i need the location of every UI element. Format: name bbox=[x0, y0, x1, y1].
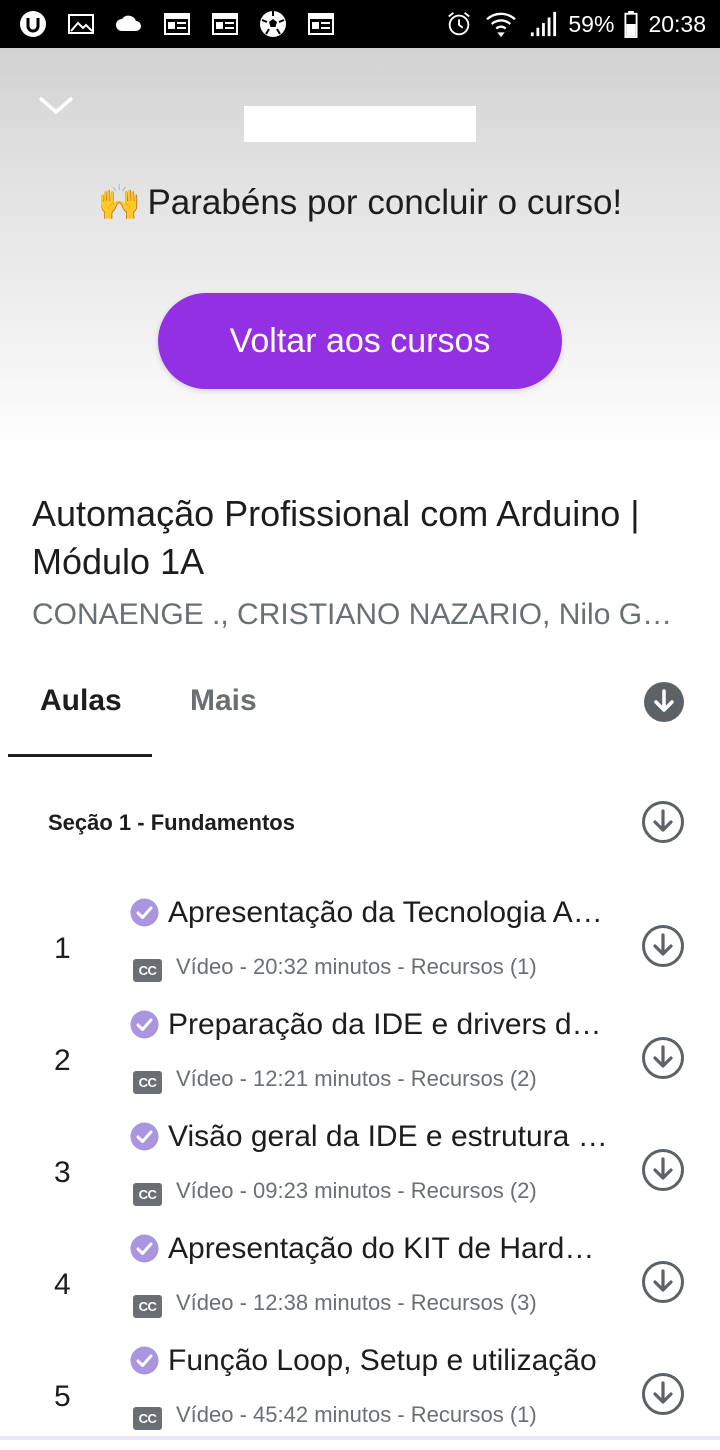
chevron-down-icon[interactable] bbox=[36, 92, 76, 120]
battery-icon bbox=[624, 10, 638, 38]
bottom-divider bbox=[0, 1436, 720, 1440]
cloud-icon bbox=[114, 9, 144, 39]
notification-icons bbox=[18, 9, 336, 39]
battery-percent: 59% bbox=[568, 10, 615, 37]
course-tabs: Aulas Mais bbox=[0, 660, 720, 758]
lecture-title: Função Loop, Setup e utilização bbox=[168, 1344, 597, 1377]
lecture-meta: Vídeo - 20:32 minutos - Recursos (1) bbox=[176, 954, 537, 979]
raised-hands-icon: 🙌 bbox=[97, 183, 142, 223]
lecture-meta: Vídeo - 12:21 minutos - Recursos (2) bbox=[176, 1066, 537, 1091]
active-tab-indicator bbox=[8, 754, 152, 757]
download-all-icon[interactable] bbox=[643, 681, 685, 723]
tab-aulas[interactable]: Aulas bbox=[40, 684, 122, 718]
lecture-meta: Vídeo - 09:23 minutos - Recursos (2) bbox=[176, 1178, 537, 1203]
status-bar: 59% 20:38 bbox=[0, 0, 720, 48]
lecture-title: Apresentação da Tecnologia Arduino bbox=[168, 896, 612, 929]
udemy-icon bbox=[18, 9, 48, 39]
lecture-number: 1 bbox=[54, 932, 71, 965]
back-to-courses-button[interactable]: Voltar aos cursos bbox=[158, 293, 562, 389]
lecture-row[interactable]: 5 Função Loop, Setup e utilização CC Víd… bbox=[0, 1338, 720, 1450]
download-icon[interactable] bbox=[641, 800, 685, 844]
lecture-row[interactable]: 1 Apresentação da Tecnologia Arduino CC … bbox=[0, 890, 720, 1002]
lecture-row[interactable]: 3 Visão geral da IDE e estrutura do códi… bbox=[0, 1114, 720, 1226]
clock: 20:38 bbox=[648, 10, 706, 37]
news-icon bbox=[306, 9, 336, 39]
closed-captions-icon: CC bbox=[133, 959, 162, 982]
image-icon bbox=[66, 9, 96, 39]
completed-check-icon bbox=[130, 1122, 159, 1151]
lecture-number: 3 bbox=[54, 1156, 71, 1189]
congrats-message: 🙌 Parabéns por concluir o curso! bbox=[0, 182, 720, 223]
closed-captions-icon: CC bbox=[133, 1071, 162, 1094]
completion-header: 🙌 Parabéns por concluir o curso! Voltar a… bbox=[0, 48, 720, 453]
closed-captions-icon: CC bbox=[133, 1407, 162, 1430]
lecture-title: Preparação da IDE e drivers de instalaçã… bbox=[168, 1008, 612, 1041]
news-icon bbox=[210, 9, 240, 39]
soccer-ball-icon bbox=[258, 9, 288, 39]
lecture-row[interactable]: 4 Apresentação do KIT de Hardware CC Víd… bbox=[0, 1226, 720, 1338]
congrats-text: Parabéns por concluir o curso! bbox=[147, 183, 623, 222]
alarm-icon bbox=[448, 12, 471, 36]
lecture-number: 2 bbox=[54, 1044, 71, 1077]
download-icon[interactable] bbox=[641, 924, 685, 968]
system-status: 59% 20:38 bbox=[444, 10, 706, 38]
completed-check-icon bbox=[130, 898, 159, 927]
download-icon[interactable] bbox=[641, 1260, 685, 1304]
tab-mais[interactable]: Mais bbox=[190, 684, 257, 718]
download-icon[interactable] bbox=[641, 1372, 685, 1416]
wifi-icon bbox=[486, 12, 517, 38]
lecture-title: Visão geral da IDE e estrutura do código bbox=[168, 1120, 612, 1153]
completed-check-icon bbox=[130, 1346, 159, 1375]
section-title: Seção 1 - Fundamentos bbox=[48, 810, 295, 835]
header-title-placeholder bbox=[244, 106, 476, 142]
lecture-row[interactable]: 2 Preparação da IDE e drivers de instala… bbox=[0, 1002, 720, 1114]
completed-check-icon bbox=[130, 1234, 159, 1263]
lecture-meta: Vídeo - 45:42 minutos - Recursos (1) bbox=[176, 1402, 537, 1427]
completed-check-icon bbox=[130, 1010, 159, 1039]
section-header[interactable]: Seção 1 - Fundamentos bbox=[0, 790, 720, 854]
course-title: Automação Profissional com Arduino | Mód… bbox=[32, 493, 640, 582]
course-instructors[interactable]: CONAENGE ., CRISTIANO NAZARIO, Nilo Guim… bbox=[32, 598, 688, 632]
lecture-meta: Vídeo - 12:38 minutos - Recursos (3) bbox=[176, 1290, 537, 1315]
closed-captions-icon: CC bbox=[133, 1295, 162, 1318]
news-icon bbox=[162, 9, 192, 39]
lecture-number: 5 bbox=[54, 1380, 71, 1413]
signal-icon bbox=[531, 11, 557, 37]
download-icon[interactable] bbox=[641, 1036, 685, 1080]
lecture-number: 4 bbox=[54, 1268, 71, 1301]
closed-captions-icon: CC bbox=[133, 1183, 162, 1206]
lecture-title: Apresentação do KIT de Hardware bbox=[168, 1232, 612, 1265]
download-icon[interactable] bbox=[641, 1148, 685, 1192]
